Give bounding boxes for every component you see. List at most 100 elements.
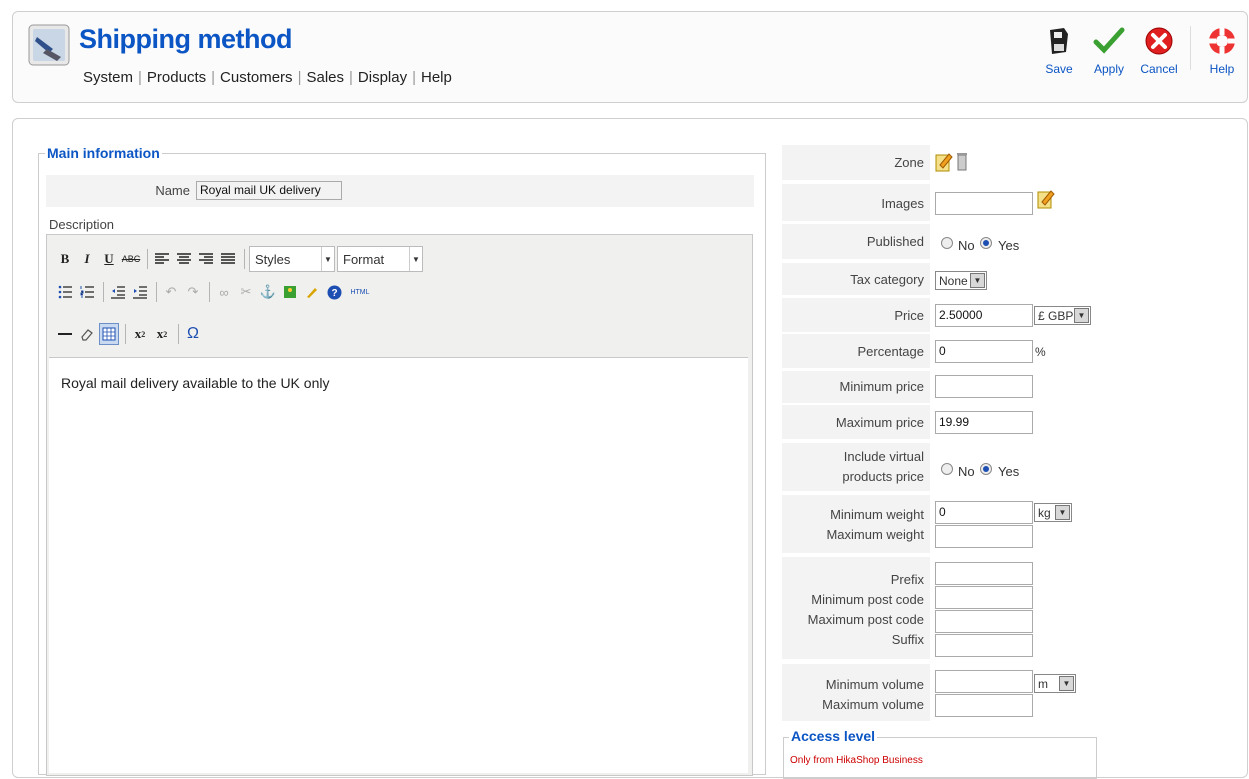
suffix-input[interactable] (935, 634, 1033, 657)
access-level-note: Only from HikaShop Business (790, 755, 923, 766)
redo-icon[interactable]: ↷ (183, 281, 203, 303)
chevron-down-icon: ▼ (1074, 308, 1089, 323)
bold-icon[interactable]: B (55, 248, 75, 270)
anchor-icon[interactable]: ⚓ (258, 281, 278, 303)
prefix-label: Prefix (890, 572, 924, 587)
editor-content-area[interactable]: Royal mail delivery available to the UK … (49, 357, 748, 773)
maximum-post-code-input[interactable] (935, 610, 1033, 633)
name-input[interactable]: Royal mail UK delivery (196, 181, 342, 200)
minimum-volume-input[interactable] (935, 670, 1033, 693)
help-button[interactable]: Help (1197, 20, 1247, 76)
chevron-down-icon: ▼ (970, 273, 985, 288)
image-icon[interactable] (280, 281, 300, 303)
help-label: Help (1209, 62, 1235, 76)
percentage-row: Percentage (782, 334, 930, 368)
prefix-input[interactable] (935, 562, 1033, 585)
toolbar-header: Shipping method System | Products | Custom… (12, 11, 1248, 103)
menu-system[interactable]: System (83, 69, 133, 86)
minimum-volume-label: Minimum volume (825, 677, 924, 692)
apply-label: Apply (1093, 62, 1125, 76)
align-justify-icon[interactable] (218, 248, 238, 270)
menu-sales[interactable]: Sales (306, 69, 344, 86)
minimum-price-label: Minimum price (839, 379, 924, 394)
align-center-icon[interactable] (174, 248, 194, 270)
horizontal-rule-icon[interactable] (55, 323, 75, 345)
unlink-icon[interactable]: ✂ (236, 281, 256, 303)
images-row: Images (782, 184, 930, 221)
minimum-price-input[interactable] (935, 375, 1033, 398)
maximum-price-label: Maximum price (835, 415, 924, 430)
strikethrough-icon[interactable]: ABC (121, 248, 141, 270)
minimum-post-code-label: Minimum post code (811, 592, 924, 607)
include-virtual-yes-radio[interactable] (980, 463, 992, 475)
percentage-input[interactable]: 0 (935, 340, 1033, 363)
page-title: Shipping method (79, 24, 292, 54)
editor-toolbar-row-1: B I U ABC Styles ▼ Format ▼ (55, 246, 425, 272)
menu-help[interactable]: Help (421, 69, 452, 86)
menu-separator: | (138, 69, 142, 86)
volume-unit-select[interactable]: m ▼ (1034, 674, 1076, 693)
maximum-price-input[interactable]: 19.99 (935, 411, 1033, 434)
maximum-post-code-label: Maximum post code (807, 612, 924, 627)
weight-unit-select[interactable]: kg ▼ (1034, 503, 1072, 522)
include-virtual-yes-label: Yes (998, 464, 1020, 479)
eraser-icon[interactable] (77, 323, 97, 345)
maximum-weight-label: Maximum weight (826, 527, 924, 542)
description-label: Description (49, 217, 115, 232)
volume-unit-value: m (1038, 676, 1048, 691)
published-no-label: No (958, 238, 975, 253)
save-button[interactable]: Save (1034, 20, 1084, 76)
bullet-list-icon[interactable] (55, 281, 75, 303)
align-left-icon[interactable] (152, 248, 172, 270)
menu-separator: | (412, 69, 416, 86)
published-yes-radio[interactable] (980, 237, 992, 249)
menu-display[interactable]: Display (358, 69, 407, 86)
styles-select[interactable]: Styles ▼ (249, 246, 335, 272)
subscript-icon[interactable]: x2 (130, 323, 150, 345)
tax-category-select[interactable]: None ▼ (935, 271, 987, 290)
cancel-button[interactable]: Cancel (1134, 20, 1184, 76)
numbered-list-icon[interactable] (77, 281, 97, 303)
minimum-weight-input[interactable]: 0 (935, 501, 1033, 524)
apply-button[interactable]: Apply (1084, 20, 1134, 76)
include-virtual-label-1: Include virtual (843, 449, 924, 464)
menu-customers[interactable]: Customers (220, 69, 293, 86)
align-right-icon[interactable] (196, 248, 216, 270)
table-icon[interactable] (99, 323, 119, 345)
special-char-icon[interactable]: Ω (183, 323, 203, 345)
include-virtual-row: Include virtual products price (782, 443, 930, 491)
format-select[interactable]: Format ▼ (337, 246, 423, 272)
editor-toolbar-row-2: ↶ ↷ ∞ ✂ ⚓ ? HTML (55, 279, 376, 305)
images-input[interactable] (935, 192, 1033, 215)
format-select-value: Format (343, 251, 385, 267)
published-yes-label: Yes (998, 238, 1020, 253)
save-label: Save (1045, 62, 1073, 76)
undo-icon[interactable]: ↶ (161, 281, 181, 303)
maximum-volume-input[interactable] (935, 694, 1033, 717)
superscript-icon[interactable]: x2 (152, 323, 172, 345)
menu-separator: | (211, 69, 216, 86)
underline-icon[interactable]: U (99, 248, 119, 270)
zone-label: Zone (894, 155, 924, 170)
toolbar-divider (1190, 26, 1191, 70)
published-no-radio[interactable] (941, 237, 953, 249)
help-circle-icon[interactable]: ? (324, 281, 344, 303)
outdent-icon[interactable] (108, 281, 128, 303)
indent-icon[interactable] (130, 281, 150, 303)
trash-icon[interactable] (956, 151, 968, 176)
currency-select[interactable]: £ GBP ▼ (1034, 306, 1091, 325)
maximum-weight-input[interactable] (935, 525, 1033, 548)
add-image-icon[interactable] (1037, 189, 1055, 214)
chevron-down-icon: ▼ (321, 247, 334, 271)
html-source-icon[interactable]: HTML (346, 281, 374, 303)
include-virtual-no-radio[interactable] (941, 463, 953, 475)
menu-products[interactable]: Products (147, 69, 206, 86)
price-input[interactable]: 2.50000 (935, 304, 1033, 327)
link-icon[interactable]: ∞ (214, 281, 234, 303)
currency-value: £ GBP (1038, 308, 1074, 323)
edit-icon[interactable] (935, 152, 953, 177)
italic-icon[interactable]: I (77, 248, 97, 270)
minimum-post-code-input[interactable] (935, 586, 1033, 609)
cleanup-icon[interactable] (302, 281, 322, 303)
action-toolbar: Save Apply Cancel Help (1034, 20, 1247, 76)
